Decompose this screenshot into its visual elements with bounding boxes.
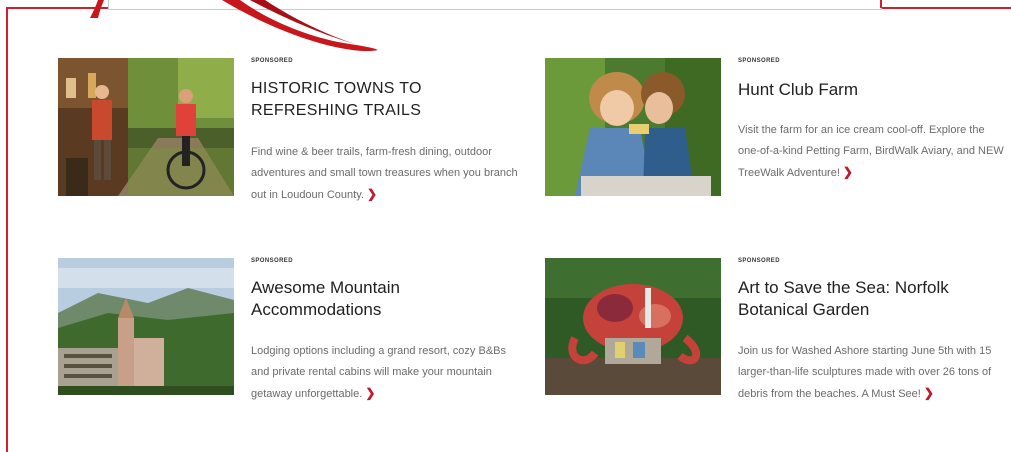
children-photo[interactable] bbox=[545, 58, 721, 196]
resort-photo[interactable] bbox=[58, 258, 234, 395]
sponsored-tag: SPONSORED bbox=[738, 58, 780, 64]
chevron-right-icon[interactable]: ❯ bbox=[843, 165, 853, 179]
sculpture-photo[interactable] bbox=[545, 258, 721, 395]
sponsored-tag: SPONSORED bbox=[251, 58, 293, 64]
card-title[interactable]: Hunt Club Farm bbox=[738, 79, 1008, 101]
chevron-right-icon[interactable]: ❯ bbox=[367, 187, 377, 201]
card-title[interactable]: HISTORIC TOWNS TO REFRESHING TRAILS bbox=[251, 78, 511, 122]
card-description: Find wine & beer trails, farm-fresh dini… bbox=[251, 146, 518, 201]
chevron-right-icon[interactable]: ❯ bbox=[924, 386, 934, 400]
card-title[interactable]: Art to Save the Sea: Norfolk Botanical G… bbox=[738, 277, 1000, 321]
chevron-right-icon[interactable]: ❯ bbox=[365, 386, 375, 400]
card-description: Lodging options including a grand resort… bbox=[251, 345, 506, 400]
card-title[interactable]: Awesome Mountain Accommodations bbox=[251, 277, 501, 321]
sponsored-tag: SPONSORED bbox=[251, 258, 293, 264]
card-description: Visit the farm for an ice cream cool-off… bbox=[738, 124, 1004, 179]
card-description: Join us for Washed Ashore starting June … bbox=[738, 345, 992, 400]
header-divider bbox=[880, 0, 882, 8]
trail-photo[interactable] bbox=[58, 58, 234, 196]
sponsored-tag: SPONSORED bbox=[738, 258, 780, 264]
